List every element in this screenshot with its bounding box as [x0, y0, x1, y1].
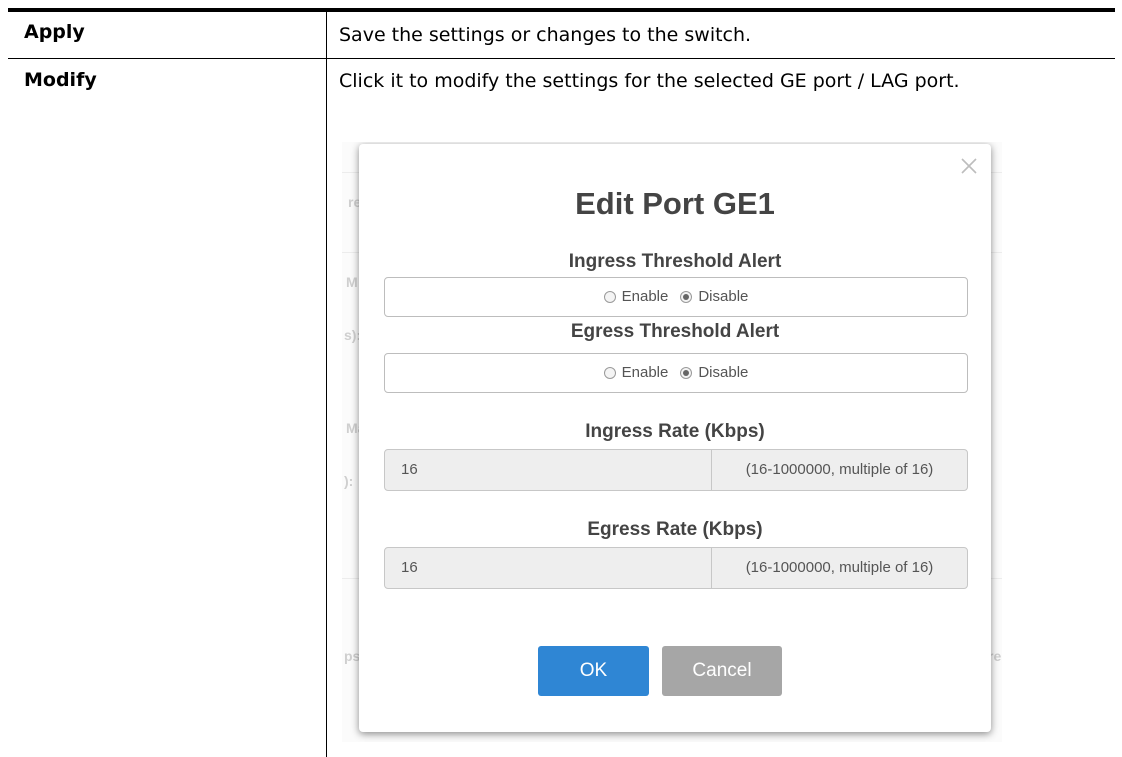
- egress-rate-input[interactable]: 16: [385, 548, 711, 588]
- ingress-rate-hint: (16-1000000, multiple of 16): [711, 450, 967, 490]
- table-row: Apply Save the settings or changes to th…: [8, 12, 1115, 59]
- egress-rate-hint: (16-1000000, multiple of 16): [711, 548, 967, 588]
- ingress-rate-input[interactable]: 16: [385, 450, 711, 490]
- background-text: ps: [344, 648, 361, 664]
- ingress-disable-label: Disable: [698, 288, 749, 305]
- ingress-alert-radio-group: Enable Disable: [384, 277, 968, 317]
- parameter-description: Save the settings or changes to the swit…: [339, 24, 752, 46]
- table-row: Modify Click it to modify the settings f…: [8, 59, 1115, 757]
- egress-alert-radio-group: Enable Disable: [384, 353, 968, 393]
- egress-rate-field: 16 (16-1000000, multiple of 16): [384, 547, 968, 589]
- parameter-name: Modify: [8, 59, 327, 757]
- egress-alert-label: Egress Threshold Alert: [570, 321, 780, 342]
- cancel-button[interactable]: Cancel: [662, 646, 782, 696]
- parameter-name: Apply: [8, 12, 327, 58]
- parameter-description: Click it to modify the settings for the …: [339, 70, 960, 92]
- parameter-description-cell: Click it to modify the settings for the …: [327, 59, 1115, 757]
- background-text: ):: [344, 473, 354, 489]
- edit-port-modal: Edit Port GE1 Ingress Threshold Alert En…: [359, 144, 991, 732]
- egress-enable-label: Enable: [621, 364, 669, 381]
- egress-rate-label: Egress Rate (Kbps): [587, 519, 763, 540]
- ingress-rate-field: 16 (16-1000000, multiple of 16): [384, 449, 968, 491]
- edit-port-screenshot: re M s): Ma ): ps re Edit Port GE1 Ingre…: [342, 142, 1002, 742]
- ingress-rate-label: Ingress Rate (Kbps): [585, 421, 765, 442]
- ingress-enable-label: Enable: [621, 288, 669, 305]
- ingress-alert-label: Ingress Threshold Alert: [568, 251, 782, 272]
- ingress-enable-radio[interactable]: [603, 291, 616, 303]
- parameter-table: Apply Save the settings or changes to th…: [8, 8, 1115, 757]
- modal-title: Edit Port GE1: [575, 186, 775, 221]
- egress-enable-radio[interactable]: [603, 367, 616, 379]
- egress-disable-radio[interactable]: [680, 367, 693, 379]
- background-text: M: [346, 274, 358, 290]
- ok-button[interactable]: OK: [538, 646, 649, 696]
- close-icon[interactable]: [959, 156, 979, 176]
- egress-disable-label: Disable: [698, 364, 749, 381]
- ingress-disable-radio[interactable]: [680, 291, 693, 303]
